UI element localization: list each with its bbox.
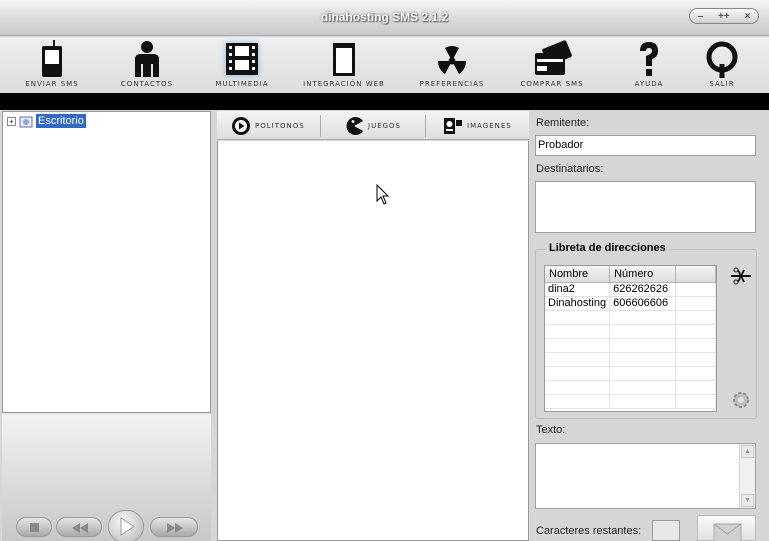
title-bar: dinahosting SMS 2.1.2 – ++ ×: [0, 0, 769, 36]
fast-forward-button[interactable]: [150, 517, 198, 537]
toolbar-send-sms-button[interactable]: ENVIAR SMS: [18, 37, 86, 93]
toolbar-label: ENVIAR SMS: [25, 80, 79, 88]
column-header-number[interactable]: Número: [609, 266, 677, 283]
text-label: Texto:: [536, 424, 566, 436]
toolbar-contacts-button[interactable]: CONTACTOS: [116, 37, 178, 93]
toolbar-label: MULTIMEDIA: [215, 80, 269, 88]
send-button[interactable]: [697, 515, 756, 541]
tab-images[interactable]: IMAGENES: [443, 115, 512, 137]
rewind-button[interactable]: [56, 517, 102, 537]
power-icon: [706, 41, 738, 78]
table-row[interactable]: Dinahosting 606606606: [545, 296, 716, 311]
toolbar-exit-button[interactable]: SALIR: [700, 37, 744, 93]
scroll-down-icon[interactable]: ▼: [741, 494, 754, 507]
camera-icon: [444, 118, 462, 134]
mouse-cursor-icon: [376, 184, 390, 205]
toolbar-label: COMPRAR SMS: [520, 80, 584, 88]
expand-icon[interactable]: +: [7, 116, 16, 126]
toolbar-divider: [0, 93, 769, 110]
close-button[interactable]: ×: [745, 11, 751, 22]
multimedia-content-area[interactable]: [217, 141, 529, 541]
credit-card-icon: [535, 40, 572, 75]
sender-field[interactable]: Probador: [535, 135, 756, 156]
sender-label: Remitente:: [536, 117, 590, 129]
toolbar-buy-sms-button[interactable]: COMPRAR SMS: [518, 37, 586, 93]
toolbar-label: SALIR: [709, 80, 735, 88]
fast-forward-icon: [167, 523, 183, 533]
recipients-field[interactable]: [535, 181, 756, 233]
tab-ringtones[interactable]: POLITONOS: [231, 115, 305, 137]
browser-window-icon: [333, 43, 355, 76]
table-row[interactable]: dina2 626262626: [545, 282, 716, 297]
contact-number: 606606606: [609, 296, 677, 311]
remaining-chars-counter: [652, 520, 680, 541]
toolbar-preferences-button[interactable]: PREFERENCIAS: [418, 37, 486, 93]
play-icon: [120, 517, 135, 536]
table-row: [545, 324, 716, 339]
gear-icon[interactable]: [730, 389, 752, 411]
tab-label: POLITONOS: [255, 122, 305, 130]
question-icon: [640, 42, 658, 76]
toolbar-label: AYUDA: [634, 80, 664, 88]
column-header-empty: [675, 266, 716, 283]
folder-tree[interactable]: + Escritorio: [2, 111, 211, 413]
play-button[interactable]: [108, 510, 144, 541]
message-textarea[interactable]: ▲ ▼: [535, 443, 756, 509]
tab-label: IMAGENES: [467, 122, 512, 130]
table-row: [545, 352, 716, 367]
tab-label: JUEGOS: [368, 122, 401, 130]
vertical-scrollbar[interactable]: ▲ ▼: [739, 444, 755, 508]
window-title: dinahosting SMS 2.1.2: [320, 10, 449, 24]
person-icon: [135, 41, 159, 77]
addressbook-group: Libreta de direcciones Nombre Número din…: [535, 242, 757, 419]
multimedia-tabs: POLITONOS JUEGOS IMAGENES: [217, 111, 529, 140]
main-toolbar: ENVIAR SMS CONTACTOS MULTIMEDIA INTEGRAC…: [0, 37, 769, 93]
addressbook-title: Libreta de direcciones: [546, 242, 669, 254]
tab-games[interactable]: JUEGOS: [344, 115, 401, 137]
addressbook-table[interactable]: Nombre Número dina2 626262626 Dinahostin…: [544, 265, 717, 412]
table-row: [545, 394, 716, 409]
table-header-row: Nombre Número: [545, 266, 716, 283]
remaining-chars-label: Caracteres restantes:: [536, 525, 642, 537]
tree-node-desktop[interactable]: + Escritorio: [7, 114, 86, 128]
toolbar-label: INTEGRACIÓN WEB: [303, 80, 385, 88]
contact-name: dina2: [545, 282, 611, 297]
toolbar-label: CONTACTOS: [120, 80, 174, 88]
contact-name: Dinahosting: [545, 296, 611, 311]
column-header-name[interactable]: Nombre: [545, 266, 611, 283]
stop-icon: [30, 523, 39, 532]
tab-separator: [425, 115, 426, 137]
tab-separator: [320, 115, 321, 137]
maximize-button[interactable]: ++: [718, 11, 730, 22]
table-row: [545, 310, 716, 325]
toolbar-web-integration-button[interactable]: INTEGRACIÓN WEB: [300, 37, 388, 93]
window-controls: – ++ ×: [689, 8, 759, 24]
phone-icon: [42, 40, 62, 77]
stop-button[interactable]: [16, 517, 52, 537]
minimize-button[interactable]: –: [697, 11, 703, 22]
scroll-up-icon[interactable]: ▲: [741, 445, 754, 458]
toolbar-multimedia-button[interactable]: MULTIMEDIA: [213, 37, 271, 93]
table-row: [545, 338, 716, 353]
desktop-icon: [19, 116, 33, 127]
rewind-icon: [72, 523, 88, 533]
film-icon: [226, 43, 258, 75]
play-circle-icon: [232, 117, 250, 135]
envelope-icon: [713, 523, 742, 541]
table-row: [545, 366, 716, 381]
tree-node-label[interactable]: Escritorio: [36, 114, 86, 128]
radiation-icon: [438, 46, 466, 74]
scissors-icon[interactable]: [730, 267, 752, 285]
sms-form-panel: Remitente: Probador Destinatarios: Libre…: [530, 111, 769, 541]
toolbar-label: PREFERENCIAS: [419, 80, 485, 88]
contact-number: 626262626: [609, 282, 677, 297]
recipients-label: Destinatarios:: [536, 163, 604, 175]
toolbar-help-button[interactable]: AYUDA: [630, 37, 668, 93]
table-row: [545, 380, 716, 395]
media-player-controls: [2, 414, 211, 541]
pacman-icon: [346, 117, 363, 135]
